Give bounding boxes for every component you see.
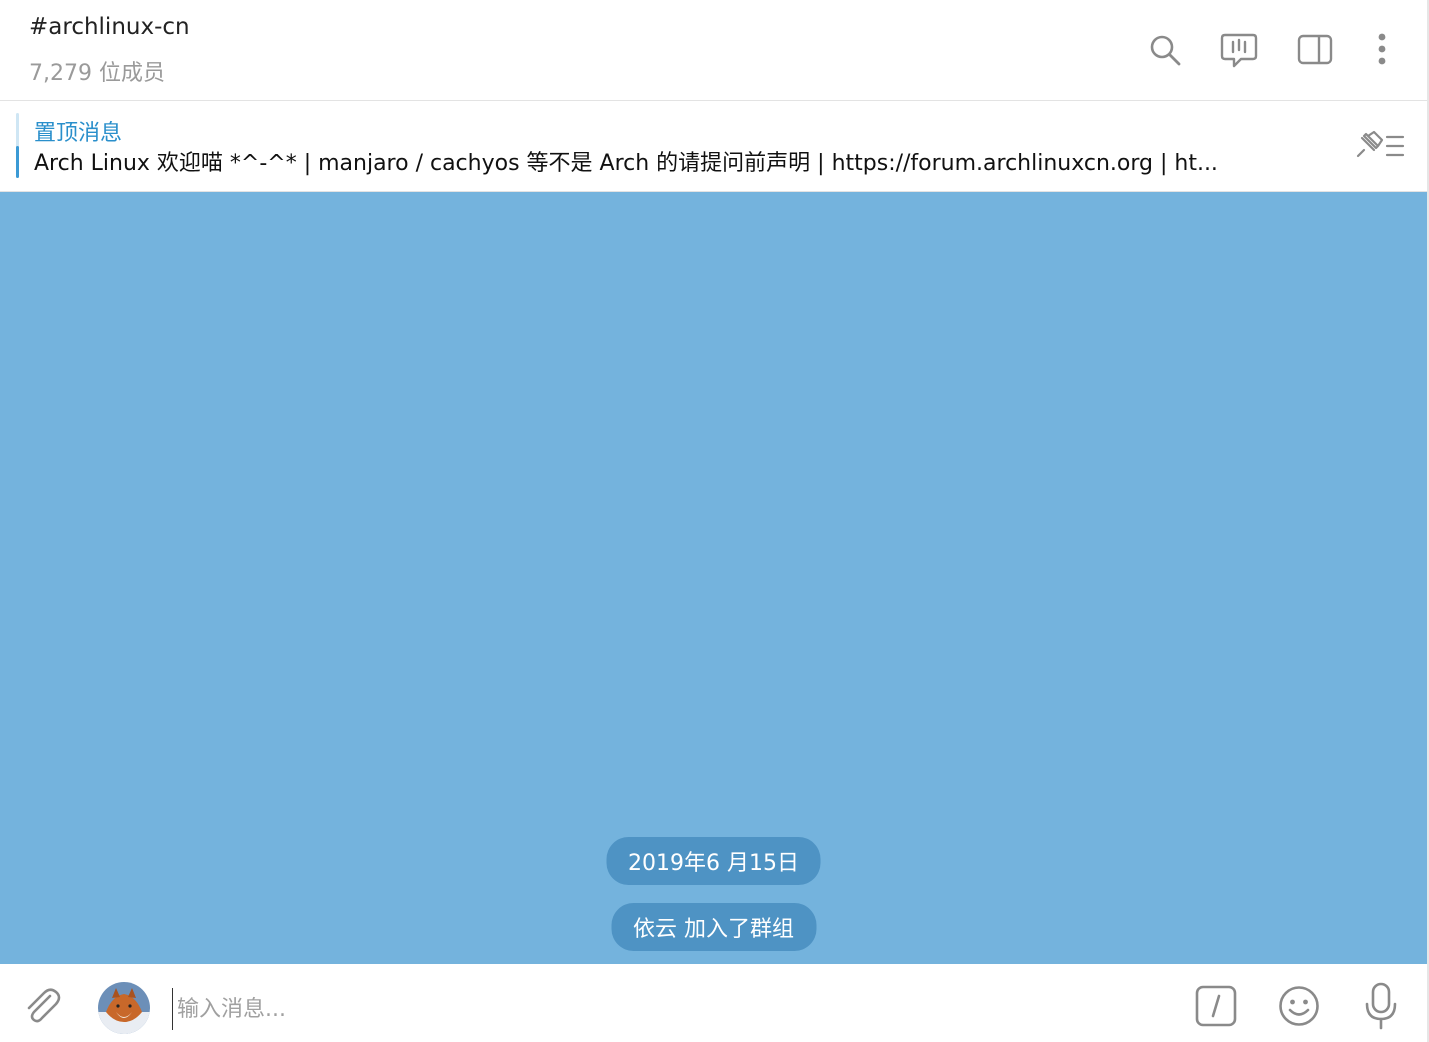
avatar[interactable] [98,982,150,1034]
date-separator[interactable]: 2019年6 月15日 [606,837,821,885]
sidebar-toggle-button[interactable] [1295,30,1335,70]
chat-header: #archlinux-cn 7,279 位成员 [0,0,1427,101]
sidebar-toggle-icon [1297,34,1333,65]
chat-title[interactable]: #archlinux-cn [29,14,190,40]
pinned-list-button[interactable] [1354,128,1406,164]
pinned-text: Arch Linux 欢迎喵 *^-^* | manjaro / cachyos… [34,151,1218,176]
video-chat-icon [1220,33,1258,68]
service-message[interactable]: 依云 加入了群组 [611,903,816,951]
attach-icon [27,988,61,1023]
search-button[interactable] [1145,30,1185,70]
bot-command-button[interactable] [1194,984,1238,1028]
attach-button[interactable] [20,984,64,1028]
microphone-icon [1365,982,1397,1030]
chat-window: #archlinux-cn 7,279 位成员 置顶消息 Arch Linux … [0,0,1429,1042]
message-input[interactable] [172,988,1159,1030]
voice-record-button[interactable] [1359,982,1403,1030]
video-chat-button[interactable] [1219,30,1259,70]
pin-list-icon [1356,130,1405,158]
member-count[interactable]: 7,279 位成员 [29,55,165,87]
emoji-icon [1279,986,1319,1026]
fox-avatar-image [98,982,150,1034]
more-vertical-icon [1378,33,1386,65]
more-button[interactable] [1362,30,1402,70]
bot-command-icon [1195,985,1237,1027]
message-composer [0,964,1427,1042]
search-icon [1150,35,1181,66]
emoji-button[interactable] [1277,984,1321,1028]
chat-history[interactable]: 2019年6 月15日 依云 加入了群组 [0,192,1427,964]
pinned-label: 置顶消息 [34,121,123,146]
pinned-message-bar[interactable]: 置顶消息 Arch Linux 欢迎喵 *^-^* | manjaro / ca… [0,101,1427,192]
pinned-indicator-active [16,146,19,178]
